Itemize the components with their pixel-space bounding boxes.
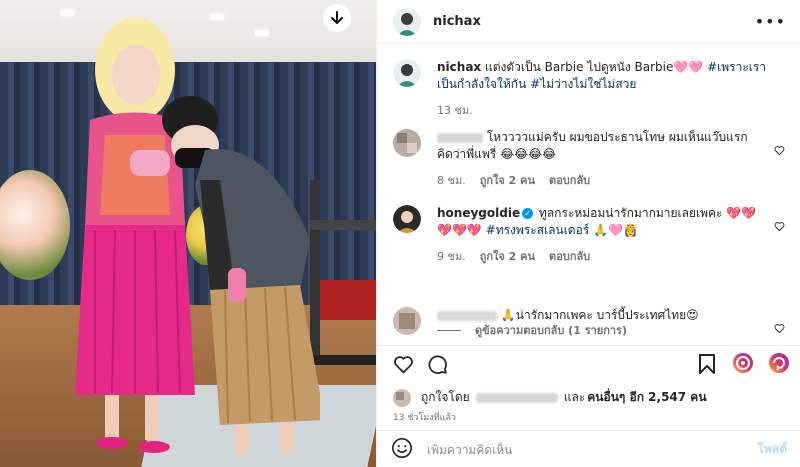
avatar[interactable]	[393, 205, 421, 233]
comment-item: 🙏น่ารักมากเพคะ บาร์บี้ประเทศไทย😍	[393, 307, 785, 335]
heart-icon	[774, 222, 785, 232]
comment-icon	[428, 355, 447, 374]
comment-hashtag[interactable]: #ทรงพระสเลนเดอร์	[486, 223, 590, 237]
heart-icon	[774, 146, 785, 156]
comment-button[interactable]	[425, 352, 449, 376]
reply-button[interactable]: ตอบกลับ	[549, 248, 590, 265]
comment-timestamp: 9 ชม.	[437, 250, 466, 263]
emoji-button[interactable]	[391, 437, 413, 463]
comment-text: 🙏น่ารักมากเพคะ บาร์บี้ประเทศไทย😍	[500, 308, 699, 322]
blurred-username[interactable]	[437, 132, 483, 143]
comment-text: โหววววแม่ครับ ผมขอประธานโทษ ผมเห็นแว๊บแร…	[437, 130, 748, 161]
comment-likes-link[interactable]: ถูกใจ 2 คน	[480, 172, 535, 189]
post-caption: nichax แต่งตัวเป็น Barbie ไปดูหนัง Barbi…	[393, 59, 785, 119]
add-comment-bar: โพสต์	[377, 430, 800, 467]
likes-summary: ถูกใจโดย และ คนอื่นๆ อีก 2,547 คน	[393, 388, 707, 407]
reply-button[interactable]: ตอบกลับ	[549, 172, 590, 189]
comment-text-end: 🙏🩷👸	[589, 223, 638, 237]
save-button[interactable]	[695, 352, 719, 376]
avatar[interactable]	[393, 388, 411, 407]
save-icon	[699, 354, 715, 374]
ceiling-light	[255, 30, 269, 36]
caption-text: แต่งตัวเป็น Barbie ไปดูหนัง Barbie🩷🩷	[481, 60, 708, 74]
comment-like-button[interactable]	[774, 319, 785, 338]
avatar[interactable]	[393, 307, 421, 335]
emoji-icon	[392, 437, 412, 458]
post-timestamp[interactable]: 13 ชั่วโมงที่แล้ว	[393, 410, 456, 424]
action-bar: ถูกใจโดย และ คนอื่นๆ อีก 2,547 คน 13 ชั่…	[377, 345, 800, 467]
header-username[interactable]: nichax	[433, 14, 481, 29]
verified-badge-icon: ✓	[522, 208, 534, 219]
comment-timestamp: 8 ชม.	[437, 174, 466, 187]
share-icon	[733, 353, 753, 373]
comment-item: honeygoldie ✓ ทูลกระหม่อมน่ารักมากมายเลยเ…	[393, 205, 785, 265]
comment-like-button[interactable]	[774, 141, 785, 160]
download-icon	[331, 11, 343, 24]
post-header: nichax •••	[377, 0, 800, 44]
heart-icon	[774, 324, 785, 334]
comment-item: โหววววแม่ครับ ผมขอประธานโทษ ผมเห็นแว๊บแร…	[393, 129, 785, 189]
caption-username[interactable]: nichax	[437, 60, 481, 74]
avatar[interactable]	[393, 59, 421, 87]
liked-by-suffix: และ	[563, 390, 586, 404]
post-photo[interactable]	[0, 0, 376, 467]
liked-by-prefix: ถูกใจโดย	[421, 390, 470, 404]
post-panel: nichax ••• nichax แต่งตัวเป็น Barbie ไปด…	[376, 0, 800, 467]
download-button[interactable]	[323, 4, 351, 32]
person-right	[162, 96, 320, 455]
blurred-liker-name[interactable]	[475, 392, 558, 403]
like-button[interactable]	[391, 352, 415, 376]
comment-like-button[interactable]	[774, 217, 785, 236]
more-icon: •••	[754, 12, 786, 31]
more-options-button[interactable]: •••	[755, 12, 786, 31]
avatar[interactable]	[393, 7, 421, 36]
comment-username[interactable]: honeygoldie	[437, 206, 520, 220]
avatar[interactable]	[393, 129, 421, 157]
caption-timestamp: 13 ชม.	[437, 104, 473, 117]
effects-button[interactable]	[767, 351, 791, 375]
blurred-username[interactable]	[437, 310, 497, 321]
comments-section[interactable]: nichax แต่งตัวเป็น Barbie ไปดูหนัง Barbi…	[377, 45, 800, 345]
effects-icon	[769, 353, 789, 373]
comment-likes-link[interactable]: ถูกใจ 2 คน	[480, 248, 535, 265]
remix-button[interactable]	[731, 351, 755, 375]
likes-count-link[interactable]: คนอื่นๆ อีก 2,547 คน	[587, 388, 706, 407]
comment-input[interactable]	[427, 442, 758, 457]
heart-icon	[393, 355, 413, 373]
ceiling-light	[210, 14, 224, 20]
post-comment-button[interactable]: โพสต์	[758, 440, 787, 459]
